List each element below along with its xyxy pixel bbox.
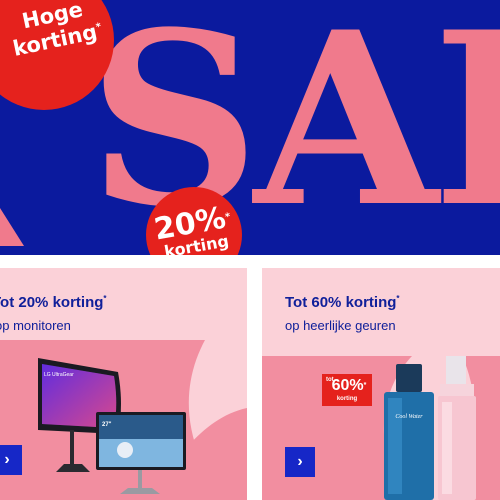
card-title: Tot 20% korting [0, 294, 104, 311]
fragrance-promo-card[interactable]: Tot 60% korting* op heerlijke geuren tot… [262, 268, 500, 500]
sale-banner[interactable]: SAL Hoge korting* 20%* korting [0, 0, 500, 255]
monitor-product-image: LG UltraGear 27" [38, 358, 186, 494]
screen-label-1: LG UltraGear [44, 372, 74, 378]
screen-label-2: 27" [102, 422, 112, 428]
promo-percent: 60% [331, 377, 364, 394]
badge-mark: * [94, 21, 103, 34]
perfume-product-image: Cool Water [384, 356, 476, 500]
sixty-percent-tag: tot 60%* korting [322, 374, 372, 406]
card-title-mark: * [396, 294, 400, 303]
fragrance-arrow-button[interactable]: › [285, 447, 315, 477]
promo-mark: * [363, 382, 367, 389]
card-title: Tot 60% korting [285, 294, 397, 311]
card-subtitle: op monitoren [0, 318, 71, 333]
bottle-label: Cool Water [395, 414, 423, 420]
promo-post: korting [336, 396, 358, 402]
badge-percent-mark: * [224, 211, 232, 224]
monitor-promo-card[interactable]: Tot 20% korting* op monitoren LG UltraGe… [0, 268, 247, 500]
card-title-mark: * [103, 294, 107, 303]
card-subtitle: op heerlijke geuren [285, 318, 396, 333]
monitor-arrow-button[interactable]: › [0, 445, 22, 475]
